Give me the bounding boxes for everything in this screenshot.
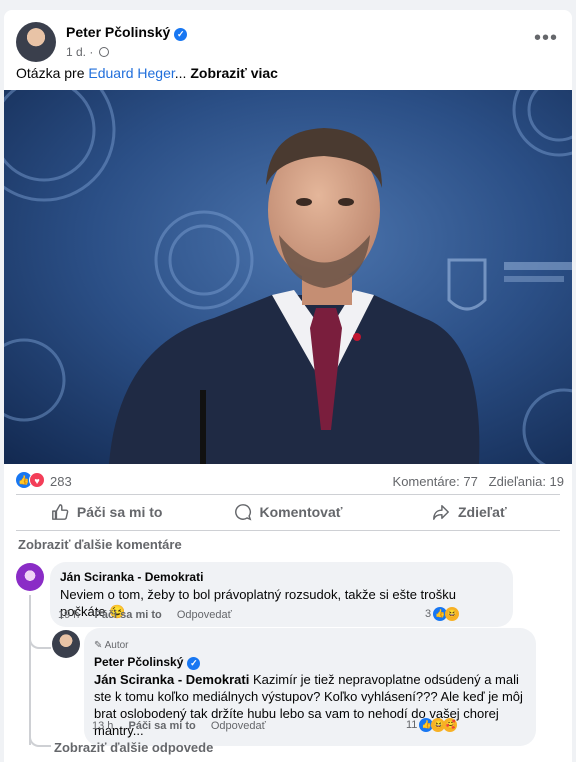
post-time[interactable]: 1 d.	[66, 45, 86, 59]
post-header: Peter Pčolinský ✓ 1 d. · •••	[16, 22, 560, 62]
post-text-prefix: Otázka pre	[16, 65, 89, 81]
author-badge: ✎ Autor	[94, 640, 129, 651]
reply-author-text[interactable]: Peter Pčolinský	[94, 655, 183, 669]
author-badge-label: Autor	[104, 640, 129, 651]
reply-reaction-count: 11	[406, 719, 418, 731]
comment-meta: 19 h Páči sa mi to Odpovedať	[58, 609, 244, 621]
share-button[interactable]: Zdieľať	[379, 495, 560, 529]
reply-mention-tag[interactable]: Ján Sciranka - Demokrati	[94, 672, 249, 687]
comment-button[interactable]: Komentovať	[197, 495, 378, 529]
reply-meta: 13 h Páči sa mi to Odpovedať	[92, 720, 278, 732]
reaction-count[interactable]: 283	[50, 474, 72, 489]
comments-count[interactable]: Komentáre: 77	[393, 474, 478, 489]
photo-illustration	[4, 90, 572, 464]
comment-label: Komentovať	[259, 504, 343, 520]
globe-icon	[98, 47, 109, 57]
thread-connector	[29, 733, 51, 747]
mention-link[interactable]: Eduard Heger	[88, 65, 174, 81]
comment-reaction-count: 3	[425, 608, 432, 620]
post-text: Otázka pre Eduard Heger... Zobraziť viac	[16, 65, 278, 81]
author-name-text[interactable]: Peter Pčolinský	[66, 24, 170, 40]
commenter-avatar[interactable]	[16, 563, 44, 591]
laugh-reaction-icon: 😆	[445, 607, 460, 621]
reply-reactions[interactable]: 11 👍 😆 🥰	[406, 718, 458, 732]
share-label: Zdieľať	[457, 504, 507, 520]
verified-badge-icon: ✓	[187, 657, 201, 670]
comment-time[interactable]: 19 h	[58, 609, 79, 621]
share-icon	[433, 504, 449, 520]
see-more-link[interactable]: Zobraziť viac	[190, 65, 278, 81]
thumbs-up-icon	[51, 504, 69, 520]
post-actions: Páči sa mi to Komentovať Zdieľať	[16, 495, 560, 529]
love-reaction-icon[interactable]: ♥	[29, 472, 45, 488]
post-photo[interactable]	[4, 90, 572, 464]
shares-count[interactable]: Zdieľania: 19	[489, 474, 564, 489]
show-more-replies-link[interactable]: Zobraziť ďalšie odpovede	[54, 740, 213, 755]
comment-reply-button[interactable]: Odpovedať	[177, 609, 232, 621]
more-options-button[interactable]: •••	[534, 28, 558, 48]
reply-like-button[interactable]: Páči sa mi to	[128, 720, 195, 732]
post-card: Peter Pčolinský ✓ 1 d. · ••• Otázka pre E…	[4, 10, 572, 762]
reply-time[interactable]: 13 h	[92, 720, 113, 732]
reaction-summary: 👍 ♥ 283 Komentáre: 77 Zdieľania: 19	[16, 472, 564, 492]
thread-line	[29, 595, 31, 745]
comment-author[interactable]: Ján Sciranka - Demokrati	[60, 569, 503, 586]
divider	[16, 530, 560, 531]
reply-reply-button[interactable]: Odpovedať	[211, 720, 266, 732]
like-button[interactable]: Páči sa mi to	[16, 495, 197, 529]
reply-author[interactable]: Peter Pčolinský ✓	[94, 654, 526, 671]
show-more-comments-link[interactable]: Zobraziť ďalšie komentáre	[18, 537, 182, 552]
author-name[interactable]: Peter Pčolinský ✓	[66, 24, 188, 41]
verified-badge-icon: ✓	[174, 28, 188, 41]
post-ellipsis: ...	[174, 65, 191, 81]
comment-icon	[234, 504, 251, 521]
comment-share-counts: Komentáre: 77 Zdieľania: 19	[393, 474, 564, 489]
comment-reactions[interactable]: 3 👍 😆	[425, 607, 460, 621]
comment-like-button[interactable]: Páči sa mi to	[94, 609, 161, 621]
thread-connector	[29, 635, 51, 649]
post-meta: 1 d. ·	[66, 45, 109, 59]
reply-author-avatar[interactable]	[52, 630, 80, 658]
author-avatar[interactable]	[16, 22, 56, 62]
like-label: Páči sa mi to	[76, 504, 163, 520]
care-reaction-icon: 🥰	[443, 718, 458, 732]
